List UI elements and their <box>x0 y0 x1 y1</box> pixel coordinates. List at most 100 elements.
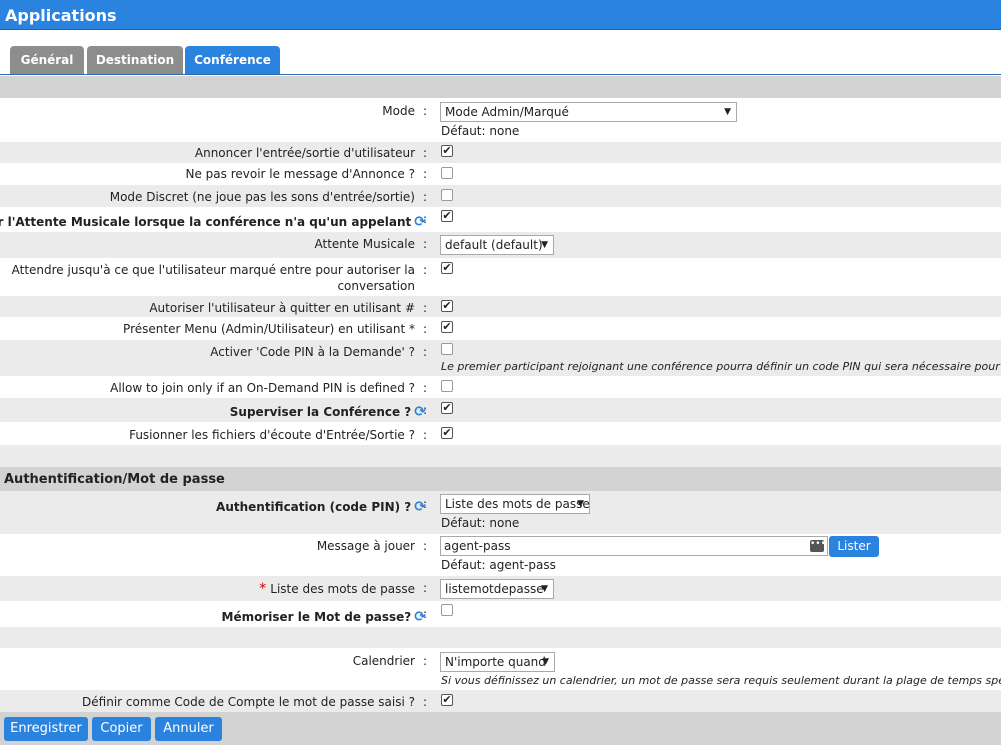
row-merge-recordings: Fusionner les fichiers d'écoute d'Entrée… <box>0 422 1001 445</box>
row-mode: Mode : Mode Admin/Marqué ▼ Défaut: none <box>0 98 1001 142</box>
colon: : <box>423 104 428 118</box>
tab-destination[interactable]: Destination <box>87 46 183 74</box>
row-moh-single: Activer l'Attente Musicale lorsque la co… <box>0 207 1001 232</box>
row-remember-password: Mémoriser le Mot de passe? ⟳ : <box>0 601 1001 627</box>
save-button[interactable]: Enregistrer <box>4 717 88 741</box>
chevron-down-icon: ▼ <box>542 657 549 667</box>
row-wait-marked: Attendre jusqu'à ce que l'utilisateur ma… <box>0 258 1001 296</box>
remember-password-label: Mémoriser le Mot de passe? ⟳ <box>222 609 426 625</box>
pin-on-demand-hint: Le premier participant rejoignant une co… <box>441 360 1001 373</box>
account-code-checkbox[interactable]: ✔ <box>441 694 453 706</box>
password-list-select[interactable]: listemotdepasse ▼ <box>440 579 554 599</box>
pin-on-demand-checkbox[interactable] <box>441 343 453 355</box>
message-input-value: agent-pass <box>444 539 511 553</box>
remember-password-checkbox[interactable] <box>441 604 453 616</box>
row-allow-quit: Autoriser l'utilisateur à quitter en uti… <box>0 296 1001 317</box>
colon: : <box>423 539 428 553</box>
join-only-pin-checkbox[interactable] <box>441 380 453 392</box>
mode-default: Défaut: none <box>441 124 520 138</box>
password-list-text: Liste des mots de passe <box>270 582 415 596</box>
present-menu-checkbox[interactable]: ✔ <box>441 321 453 333</box>
pin-on-demand-label: Activer 'Code PIN à la Demande' ? <box>210 345 415 359</box>
row-auth-pin: Authentification (code PIN) ? ⟳ : Liste d… <box>0 491 1001 534</box>
auth-pin-text: Authentification (code PIN) ? <box>216 500 412 514</box>
copy-button[interactable]: Copier <box>92 717 151 741</box>
row-present-menu: Présenter Menu (Admin/Utilisateur) en ut… <box>0 317 1001 340</box>
discreet-label: Mode Discret (ne joue pas les sons d'ent… <box>109 190 415 204</box>
row-announce: Annoncer l'entrée/sortie d'utilisateur :… <box>0 142 1001 163</box>
more-icon[interactable]: ••• <box>810 540 826 552</box>
colon: : <box>423 146 428 160</box>
auth-pin-select-value: Liste des mots de passe <box>445 497 590 511</box>
colon: : <box>423 237 428 251</box>
cancel-button[interactable]: Annuler <box>155 717 222 741</box>
calendar-select-value: N'importe quand <box>445 655 546 669</box>
mode-select[interactable]: Mode Admin/Marqué ▼ <box>440 102 737 122</box>
colon: : <box>423 190 428 204</box>
supervise-label: Superviser la Conférence ? ⟳ <box>230 404 426 420</box>
auth-pin-label: Authentification (code PIN) ? ⟳ <box>216 499 426 515</box>
row-moh: Attente Musicale : default (default) ▼ <box>0 232 1001 258</box>
supervise-checkbox[interactable]: ✔ <box>441 402 453 414</box>
colon: : <box>423 167 428 181</box>
colon: : <box>423 428 428 442</box>
tab-general[interactable]: Général <box>10 46 84 74</box>
chevron-down-icon: ▼ <box>724 107 731 117</box>
list-button[interactable]: Lister <box>829 536 879 557</box>
app-title: Applications <box>0 0 1001 30</box>
colon: : <box>423 301 428 315</box>
moh-select[interactable]: default (default) ▼ <box>440 235 554 255</box>
colon: : <box>423 654 428 668</box>
message-input[interactable]: agent-pass ••• <box>440 536 828 556</box>
allow-quit-label: Autoriser l'utilisateur à quitter en uti… <box>149 301 415 315</box>
merge-recordings-checkbox[interactable]: ✔ <box>441 427 453 439</box>
auth-pin-default: Défaut: none <box>441 516 520 530</box>
required-marker: * <box>259 581 267 597</box>
message-label: Message à jouer <box>316 539 415 553</box>
row-join-only-pin: Allow to join only if an On-Demand PIN i… <box>0 376 1001 398</box>
calendar-label: Calendrier <box>352 654 415 668</box>
section-title-auth: Authentification/Mot de passe <box>0 467 1001 491</box>
wait-marked-checkbox[interactable]: ✔ <box>441 262 453 274</box>
colon: : <box>423 263 428 277</box>
row-no-review: Ne pas revoir le message d'Annonce ? : <box>0 163 1001 185</box>
password-list-label: * Liste des mots de passe <box>259 581 415 597</box>
moh-single-checkbox[interactable]: ✔ <box>441 210 453 222</box>
colon: : <box>423 212 428 226</box>
tab-conference[interactable]: Conférence <box>185 46 280 74</box>
announce-checkbox[interactable]: ✔ <box>441 145 453 157</box>
mode-label: Mode <box>382 104 415 118</box>
remember-password-text: Mémoriser le Mot de passe? <box>221 610 412 624</box>
chevron-down-icon: ▼ <box>577 499 584 509</box>
colon: : <box>423 607 428 621</box>
chevron-down-icon: ▼ <box>541 584 548 594</box>
tab-bar: Général Destination Conférence <box>0 31 1001 75</box>
announce-label: Annoncer l'entrée/sortie d'utilisateur <box>194 146 415 160</box>
chevron-down-icon: ▼ <box>541 240 548 250</box>
auth-pin-select[interactable]: Liste des mots de passe ▼ <box>440 494 590 514</box>
colon: : <box>423 403 428 417</box>
discreet-checkbox[interactable] <box>441 189 453 201</box>
spacer-row <box>0 445 1001 467</box>
moh-single-text: Activer l'Attente Musicale lorsque la co… <box>0 215 412 229</box>
colon: : <box>423 695 428 709</box>
account-code-label: Définir comme Code de Compte le mot de p… <box>82 695 415 709</box>
present-menu-label: Présenter Menu (Admin/Utilisateur) en ut… <box>123 322 415 336</box>
moh-single-label: Activer l'Attente Musicale lorsque la co… <box>0 214 426 230</box>
spacer-row <box>0 627 1001 648</box>
section-header-conference <box>0 76 1001 98</box>
row-discreet: Mode Discret (ne joue pas les sons d'ent… <box>0 185 1001 207</box>
colon: : <box>423 322 428 336</box>
supervise-text: Superviser la Conférence ? <box>229 405 412 419</box>
message-default: Défaut: agent-pass <box>441 558 556 572</box>
wait-marked-label-line1: Attendre jusqu'à ce que l'utilisateur ma… <box>11 263 415 277</box>
moh-label: Attente Musicale <box>314 237 415 251</box>
colon: : <box>423 581 428 595</box>
row-calendar: Calendrier : N'importe quand ▼ Si vous d… <box>0 648 1001 690</box>
mode-select-value: Mode Admin/Marqué <box>445 105 569 119</box>
no-review-checkbox[interactable] <box>441 167 453 179</box>
calendar-select[interactable]: N'importe quand ▼ <box>440 652 555 672</box>
calendar-hint: Si vous définissez un calendrier, un mot… <box>441 674 1001 687</box>
no-review-label: Ne pas revoir le message d'Annonce ? <box>185 167 415 181</box>
allow-quit-checkbox[interactable]: ✔ <box>441 300 453 312</box>
